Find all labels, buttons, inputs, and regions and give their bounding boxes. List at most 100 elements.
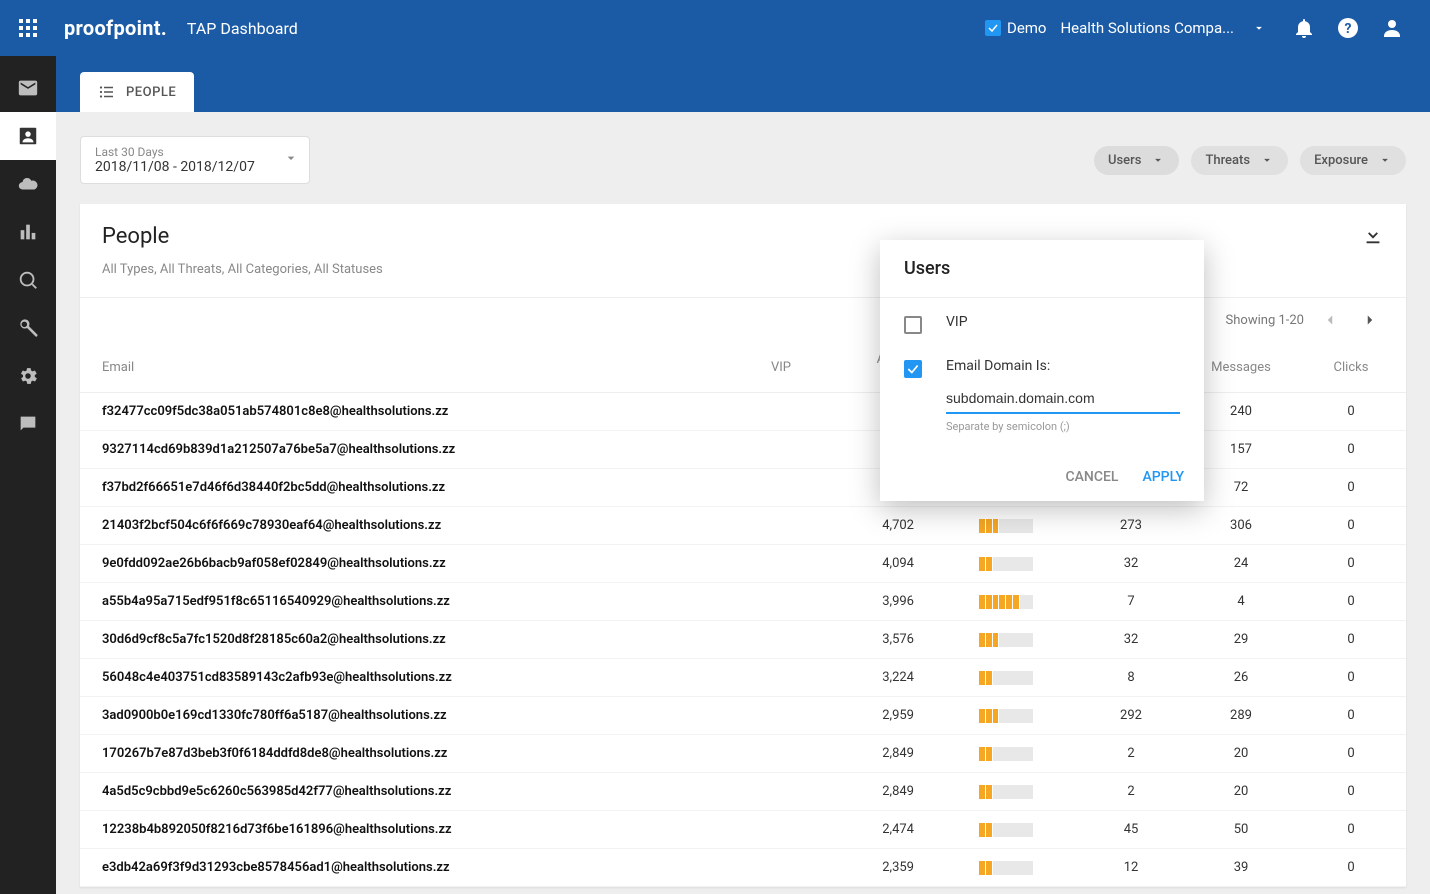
brand-logo: proofpoint.: [64, 16, 167, 40]
cell-email: 21403f2bcf504c6f6f669c78930eaf64@healths…: [80, 507, 726, 545]
popover-apply-button[interactable]: APPLY: [1142, 469, 1184, 485]
notifications-icon[interactable]: [1292, 16, 1316, 40]
cell-messages: 20: [1186, 735, 1296, 773]
rail-tools[interactable]: [0, 304, 56, 352]
cell-attack-index: 3,996: [836, 583, 936, 621]
cell-events: 7: [1076, 583, 1186, 621]
email-domain-label: Email Domain Is:: [946, 358, 1180, 374]
cell-events: 273: [1076, 507, 1186, 545]
table-row[interactable]: 3ad0900b0e169cd1330fc780ff6a5187@healths…: [80, 697, 1406, 735]
caret-down-icon: [1378, 153, 1392, 167]
table-row[interactable]: 9e0fdd092ae26b6bacb9af058ef02849@healths…: [80, 545, 1406, 583]
rail-chat[interactable]: [0, 400, 56, 448]
cell-vip: [726, 507, 836, 545]
cell-email: 9e0fdd092ae26b6bacb9af058ef02849@healths…: [80, 545, 726, 583]
cell-email: 170267b7e87d3beb3f0f6184ddfd8de8@healths…: [80, 735, 726, 773]
table-row[interactable]: 12238b4b892050f8216d73f6be161896@healths…: [80, 811, 1406, 849]
filter-users-label: Users: [1108, 153, 1141, 168]
svg-text:?: ?: [1345, 21, 1352, 37]
cell-bar: [936, 811, 1076, 849]
table-row[interactable]: 56048c4e403751cd83589143c2afb93e@healths…: [80, 659, 1406, 697]
table-row[interactable]: 4a5d5c9cbbd9e5c6260c563985d42f77@healths…: [80, 773, 1406, 811]
cell-events: 12: [1076, 849, 1186, 887]
filter-threats[interactable]: Threats: [1191, 146, 1288, 175]
cell-attack-index: 3,576: [836, 621, 936, 659]
rail-mail[interactable]: [0, 64, 56, 112]
table-row[interactable]: f32477cc09f5dc38a051ab574801c8e8@healths…: [80, 393, 1406, 431]
rail-cloud[interactable]: [0, 160, 56, 208]
company-selector[interactable]: Health Solutions Compa...: [1060, 19, 1266, 37]
cell-events: 32: [1076, 545, 1186, 583]
help-icon[interactable]: ?: [1336, 16, 1360, 40]
table-row[interactable]: e3db42a69f3f9d31293cbe8578456ad1@healths…: [80, 849, 1406, 887]
cell-attack-index: 3,224: [836, 659, 936, 697]
cell-vip: [726, 849, 836, 887]
toolbar: Last 30 Days 2018/11/08 - 2018/12/07 Use…: [80, 136, 1406, 184]
table-row[interactable]: 170267b7e87d3beb3f0f6184ddfd8de8@healths…: [80, 735, 1406, 773]
tab-people-label: PEOPLE: [126, 85, 176, 100]
popover-cancel-button[interactable]: CANCEL: [1066, 469, 1119, 485]
cell-email: 56048c4e403751cd83589143c2afb93e@healths…: [80, 659, 726, 697]
cell-bar: [936, 545, 1076, 583]
cell-clicks: 0: [1296, 469, 1406, 507]
cell-clicks: 0: [1296, 697, 1406, 735]
users-filter-popover: Users VIP Email Domain Is: Separate by: [880, 240, 1204, 501]
caret-down-icon: [283, 150, 299, 170]
account-icon[interactable]: [1380, 16, 1404, 40]
cell-messages: 306: [1186, 507, 1296, 545]
vip-checkbox[interactable]: [904, 316, 922, 334]
table-row[interactable]: f37bd2f66651e7d46f6d38440f2bc5dd@healths…: [80, 469, 1406, 507]
filter-summary: All Types, All Threats, All Categories, …: [80, 258, 1406, 297]
col-email[interactable]: Email: [80, 342, 726, 393]
email-domain-checkbox[interactable]: [904, 360, 922, 378]
vip-label: VIP: [946, 314, 1180, 330]
cell-email: f37bd2f66651e7d46f6d38440f2bc5dd@healths…: [80, 469, 726, 507]
cell-bar: [936, 583, 1076, 621]
rail-settings[interactable]: [0, 352, 56, 400]
cell-vip: [726, 697, 836, 735]
date-range-picker[interactable]: Last 30 Days 2018/11/08 - 2018/12/07: [80, 136, 310, 184]
cell-attack-index: 4,702: [836, 507, 936, 545]
cell-attack-index: 2,474: [836, 811, 936, 849]
pager-next[interactable]: [1356, 306, 1384, 334]
email-domain-input[interactable]: [946, 384, 1180, 414]
cell-bar: [936, 621, 1076, 659]
cell-events: 2: [1076, 773, 1186, 811]
cell-vip: [726, 659, 836, 697]
cell-attack-index: 2,849: [836, 773, 936, 811]
filter-threats-label: Threats: [1205, 153, 1250, 168]
filter-exposure[interactable]: Exposure: [1300, 146, 1406, 175]
col-clicks[interactable]: Clicks: [1296, 342, 1406, 393]
cell-vip: [726, 469, 836, 507]
card-title: People: [102, 224, 169, 249]
table-row[interactable]: a55b4a95a715edf951f8c65116540929@healths…: [80, 583, 1406, 621]
pager-prev[interactable]: [1316, 306, 1344, 334]
topbar: proofpoint. TAP Dashboard Demo Health So…: [0, 0, 1430, 56]
table-row[interactable]: 30d6d9cf8c5a7fc1520d8f28185c60a2@healths…: [80, 621, 1406, 659]
cell-attack-index: 2,849: [836, 735, 936, 773]
tab-people[interactable]: PEOPLE: [80, 72, 194, 112]
cell-messages: 26: [1186, 659, 1296, 697]
cell-bar: [936, 659, 1076, 697]
download-button[interactable]: [1362, 224, 1384, 250]
caret-down-icon: [1252, 21, 1266, 35]
cell-vip: [726, 393, 836, 431]
cell-clicks: 0: [1296, 431, 1406, 469]
cell-attack-index: 4,094: [836, 545, 936, 583]
cell-messages: 39: [1186, 849, 1296, 887]
rail-search[interactable]: [0, 256, 56, 304]
filter-users[interactable]: Users: [1094, 146, 1179, 175]
cell-messages: 20: [1186, 773, 1296, 811]
cell-clicks: 0: [1296, 621, 1406, 659]
table-row[interactable]: 21403f2bcf504c6f6f669c78930eaf64@healths…: [80, 507, 1406, 545]
rail-people[interactable]: [0, 112, 56, 160]
cell-vip: [726, 621, 836, 659]
rail-analytics[interactable]: [0, 208, 56, 256]
demo-toggle[interactable]: Demo: [985, 19, 1047, 37]
table-row[interactable]: 9327114cd69b839d1a212507a76be5a7@healths…: [80, 431, 1406, 469]
cell-events: 45: [1076, 811, 1186, 849]
col-vip[interactable]: VIP: [726, 342, 836, 393]
cell-email: 3ad0900b0e169cd1330fc780ff6a5187@healths…: [80, 697, 726, 735]
cell-clicks: 0: [1296, 849, 1406, 887]
apps-grid-icon[interactable]: [16, 16, 40, 40]
